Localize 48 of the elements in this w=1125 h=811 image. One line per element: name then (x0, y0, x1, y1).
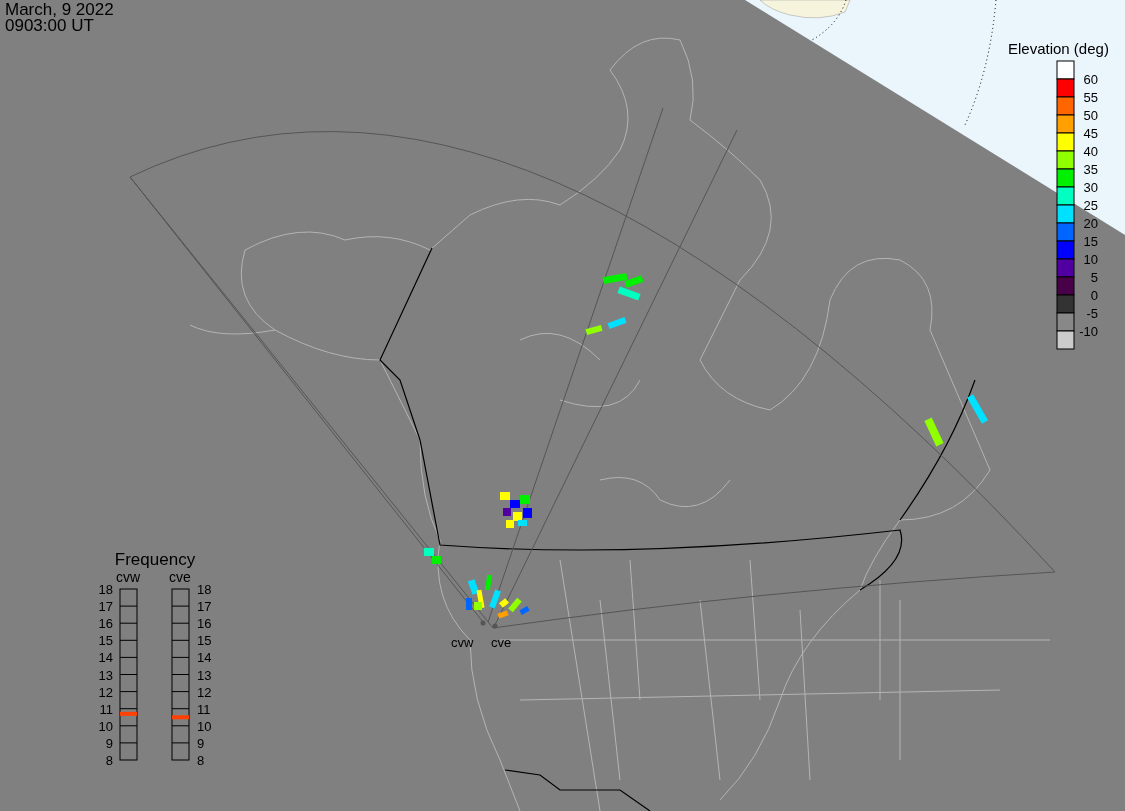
scale-label: 10 (1083, 252, 1098, 267)
scale-label: 15 (1083, 234, 1098, 249)
time-label: 0903:00 UT (5, 16, 94, 35)
scale-label: 12 (98, 684, 113, 700)
scale-label: 20 (1083, 216, 1098, 231)
scale-label: 17 (197, 599, 212, 615)
radar-site-marker (492, 623, 498, 629)
scale-label: 9 (197, 735, 205, 751)
scale-label: 45 (1083, 126, 1098, 141)
scale-label: 30 (1083, 180, 1098, 195)
scale-label: 15 (197, 633, 212, 649)
scale-label: 13 (98, 667, 113, 683)
scale-label: 10 (197, 718, 212, 734)
scale-label: 14 (98, 650, 113, 666)
scale-label: -10 (1079, 324, 1098, 339)
scale-label: 25 (1083, 198, 1098, 213)
scale-label: 40 (1083, 144, 1098, 159)
scale-label: 8 (105, 753, 113, 768)
scale-label: 8 (197, 753, 205, 768)
scale-label: 18 (197, 582, 212, 597)
scale-label: 16 (98, 616, 113, 632)
scale-label: 13 (197, 667, 212, 683)
scale-label: 11 (197, 701, 211, 717)
scale-label: 10 (98, 718, 113, 734)
scale-label: 55 (1083, 90, 1098, 105)
scale-label: 18 (98, 582, 113, 597)
radar-name: cvw (115, 569, 141, 585)
dotted-line (811, 0, 847, 41)
scale-label: 50 (1083, 108, 1098, 123)
scale-label: 16 (197, 616, 212, 632)
scale-label: 11 (99, 701, 113, 717)
scale-label: 60 (1083, 72, 1098, 87)
legend-title: Elevation (deg) (1008, 40, 1109, 57)
scale-label: 12 (197, 684, 212, 700)
frequency-title: Frequency (114, 550, 196, 569)
radar-site-marker (480, 620, 486, 626)
scale-label: 15 (98, 633, 113, 649)
scale-label: 14 (197, 650, 212, 666)
date-label: March, 9 2022 (5, 0, 114, 19)
scale-label: 35 (1083, 162, 1098, 177)
radar-name: cve (169, 569, 191, 585)
radar-label: cvw (451, 635, 474, 650)
radar-label: cve (491, 635, 512, 650)
scale-label: 0 (1090, 288, 1098, 303)
scale-label: 17 (98, 599, 113, 615)
scale-label: 9 (105, 735, 113, 751)
scale-label: -5 (1086, 306, 1098, 321)
scale-label: 5 (1090, 270, 1098, 285)
